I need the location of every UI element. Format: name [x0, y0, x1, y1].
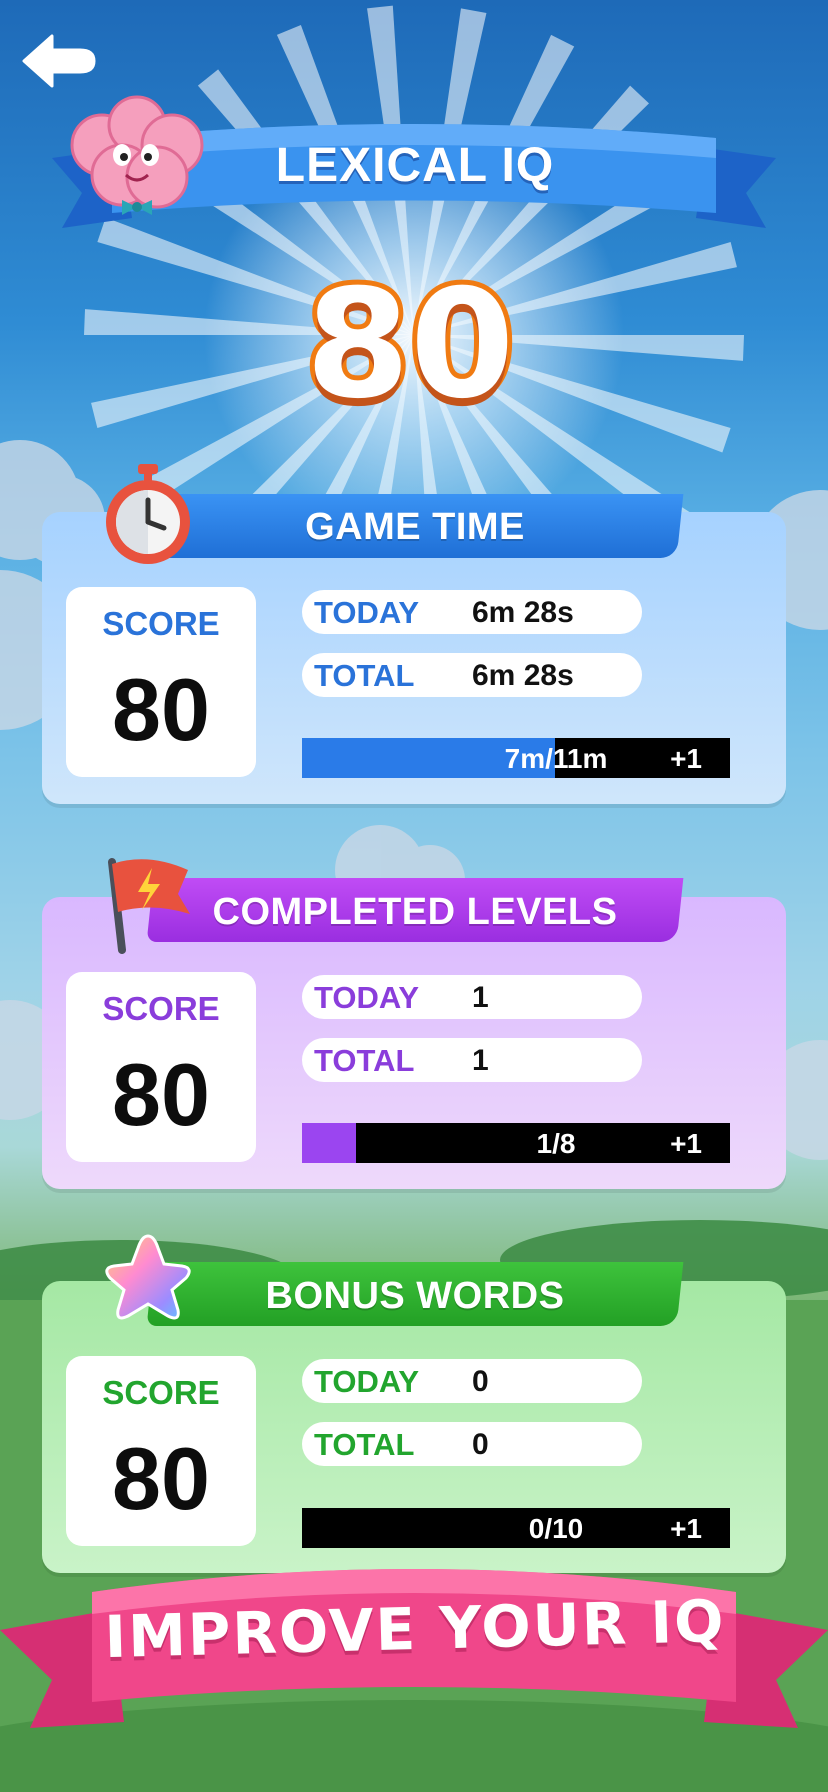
- bonus-words-score-box: SCORE 80: [66, 1356, 256, 1546]
- game-time-progress-bar: 7m/11m +1: [302, 738, 730, 778]
- progress-text: 0/10: [528, 1513, 584, 1544]
- today-value: 0: [472, 1365, 489, 1398]
- score-value: 80: [112, 660, 210, 759]
- progress-text: 1/8: [536, 1128, 576, 1159]
- star-icon: [105, 1234, 191, 1320]
- page-title: LEXICAL IQ: [275, 139, 555, 192]
- game-time-today-row: TODAY 6m 28s: [302, 590, 642, 634]
- score-value: 80: [112, 1429, 210, 1528]
- reward-text: +1: [670, 1513, 702, 1544]
- reward-text: +1: [670, 1128, 702, 1159]
- game-time-title: GAME TIME: [305, 506, 525, 548]
- game-time-score-box: SCORE 80: [66, 587, 256, 777]
- back-arrow-icon: [22, 34, 96, 88]
- score-label: SCORE: [102, 990, 220, 1027]
- total-value: 1: [472, 1044, 489, 1077]
- today-label: TODAY: [314, 595, 420, 630]
- score-value: 80: [112, 1045, 210, 1144]
- flag-icon: [108, 858, 190, 954]
- total-label: TOTAL: [314, 1427, 415, 1462]
- bonus-words-title: BONUS WORDS: [265, 1275, 565, 1317]
- iq-score-value: 80: [301, 253, 520, 437]
- total-value: 0: [472, 1428, 489, 1461]
- completed-levels-progress-bar: 1/8 +1: [302, 1123, 730, 1163]
- bonus-words-progress-bar: 0/10 +1: [302, 1508, 730, 1548]
- today-value: 1: [472, 981, 489, 1014]
- stopwatch-icon: [106, 464, 190, 564]
- reward-text: +1: [670, 743, 702, 774]
- bonus-words-total-row: TOTAL 0: [302, 1422, 642, 1466]
- completed-levels-title: COMPLETED LEVELS: [212, 891, 618, 933]
- today-label: TODAY: [314, 1364, 420, 1399]
- bonus-words-today-row: TODAY 0: [302, 1359, 642, 1403]
- completed-levels-total-row: TOTAL 1: [302, 1038, 642, 1082]
- today-value: 6m 28s: [472, 596, 574, 629]
- total-label: TOTAL: [314, 658, 415, 693]
- today-label: TODAY: [314, 980, 420, 1015]
- completed-levels-today-row: TODAY 1: [302, 975, 642, 1019]
- iq-score-display: 80: [250, 253, 570, 445]
- completed-levels-score-box: SCORE 80: [66, 972, 256, 1162]
- total-value: 6m 28s: [472, 659, 574, 692]
- score-label: SCORE: [102, 1374, 220, 1411]
- back-button[interactable]: [20, 30, 98, 92]
- score-label: SCORE: [102, 605, 220, 642]
- progress-text: 7m/11m: [504, 743, 608, 774]
- total-label: TOTAL: [314, 1043, 415, 1078]
- game-time-total-row: TOTAL 6m 28s: [302, 653, 642, 697]
